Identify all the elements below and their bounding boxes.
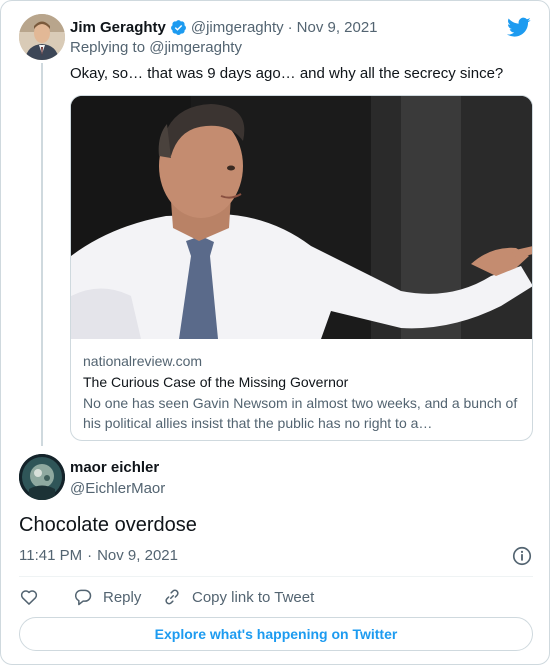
verified-badge-icon: [170, 19, 186, 35]
author-avatar[interactable]: [19, 454, 65, 500]
tweet-date[interactable]: Nov 9, 2021: [97, 547, 178, 564]
like-button[interactable]: [19, 586, 39, 608]
parent-author-avatar[interactable]: [19, 14, 65, 60]
heart-icon: [20, 590, 38, 605]
replying-to-label[interactable]: Replying to @jimgeraghty: [70, 39, 242, 56]
author-name[interactable]: maor eichler: [70, 459, 159, 476]
twitter-logo-icon[interactable]: [507, 15, 531, 39]
header-separator: ·: [287, 18, 293, 36]
tweet-time[interactable]: 11:41 PM: [19, 547, 82, 564]
parent-author-name[interactable]: Jim Geraghty: [70, 19, 166, 36]
timestamp-separator: ·: [87, 547, 93, 564]
copy-link-button[interactable]: Copy link to Tweet: [162, 586, 314, 608]
thread-connector-line: [41, 63, 43, 446]
parent-tweet-text: Okay, so… that was 9 days ago… and why a…: [70, 65, 504, 82]
link-title: The Curious Case of the Missing Governor: [83, 374, 349, 390]
link-description: No one has seen Gavin Newsom in almost t…: [83, 395, 518, 431]
tweet-timestamp[interactable]: 11:41 PM · Nov 9, 2021: [19, 547, 178, 564]
info-icon[interactable]: [511, 545, 533, 567]
link-preview-card[interactable]: nationalreview.com The Curious Case of t…: [70, 95, 533, 441]
explore-button[interactable]: Explore what's happening on Twitter: [19, 617, 533, 651]
parent-author-handle[interactable]: @jimgeraghty: [191, 19, 284, 36]
reply-bubble-icon: [74, 589, 92, 606]
actions-divider: [19, 576, 533, 577]
tweet-text: Chocolate overdose: [19, 514, 197, 536]
reply-button[interactable]: Reply: [73, 586, 141, 608]
reply-label[interactable]: Reply: [103, 589, 141, 606]
link-preview-image: [71, 96, 532, 339]
embedded-tweet-card: Jim Geraghty @jimgeraghty · Nov 9, 2021 …: [0, 0, 550, 665]
link-preview-meta: nationalreview.com The Curious Case of t…: [83, 352, 523, 433]
copy-link-label[interactable]: Copy link to Tweet: [192, 589, 314, 606]
parent-tweet-header: Jim Geraghty @jimgeraghty · Nov 9, 2021: [70, 17, 378, 37]
link-domain: nationalreview.com: [83, 353, 203, 369]
author-handle[interactable]: @EichlerMaor: [70, 480, 165, 497]
link-icon: [165, 589, 179, 605]
parent-tweet-date[interactable]: Nov 9, 2021: [297, 19, 378, 36]
